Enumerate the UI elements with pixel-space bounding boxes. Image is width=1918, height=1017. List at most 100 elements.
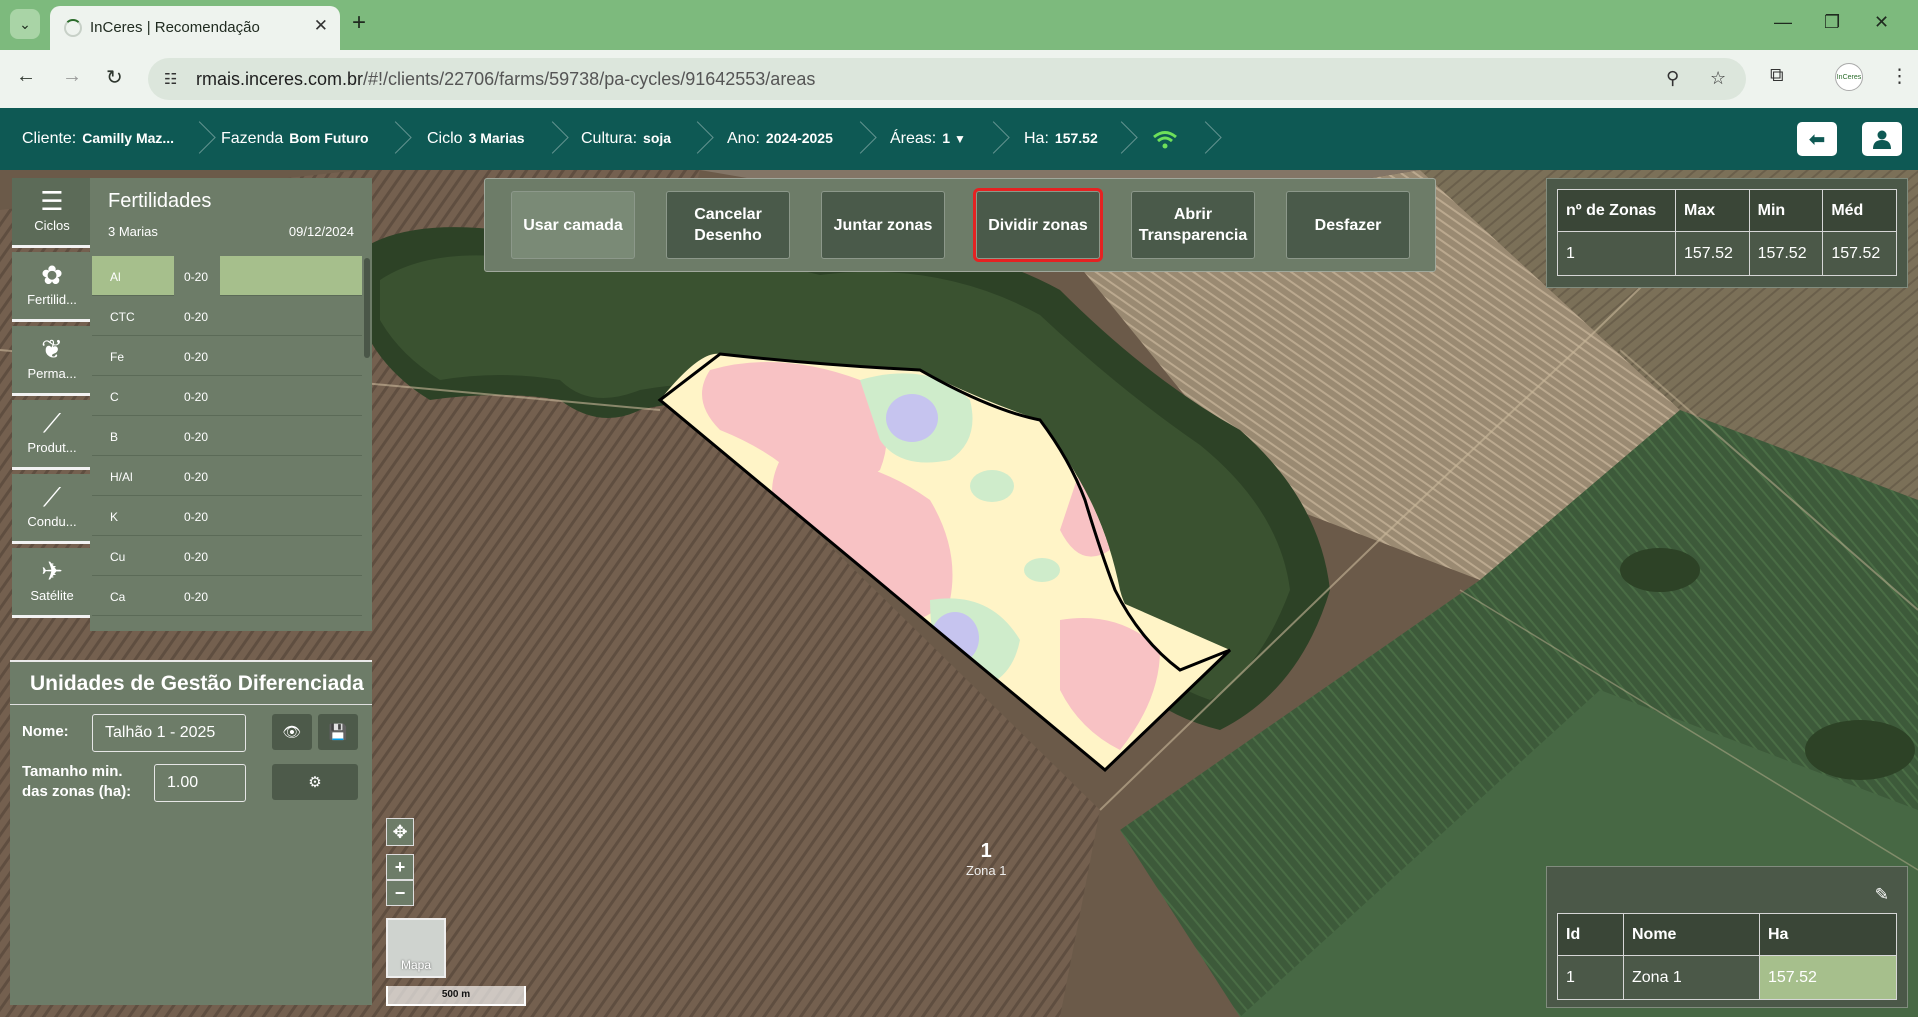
url-text: rmais.inceres.com.br/#!/clients/22706/fa… — [196, 69, 816, 89]
menu-kebab-icon[interactable]: ⋮ — [1890, 65, 1909, 88]
minimize-icon[interactable]: — — [1774, 12, 1792, 33]
table-row[interactable]: 1 Zona 1 157.52 — [1557, 955, 1897, 1000]
nome-label: Nome: — [22, 723, 69, 740]
forward-icon[interactable]: → — [62, 65, 82, 88]
chevron-down-icon: ▼ — [954, 132, 966, 146]
plus-icon: + — [394, 856, 406, 877]
nav-condutividade[interactable]: ⟋ Condu... — [12, 474, 92, 544]
gears-icon: ⚙ — [308, 774, 322, 791]
breadcrumb-ano[interactable]: Ano: 2024-2025 — [727, 130, 833, 148]
table-cell: 1 — [1557, 231, 1676, 276]
column-header: Ha — [1759, 913, 1897, 956]
cancelar-desenho-button[interactable]: Cancelar Desenho — [666, 191, 790, 259]
breadcrumb-ciclo[interactable]: Ciclo 3 Marias — [427, 130, 525, 148]
nome-input[interactable]: Talhão 1 - 2025 — [92, 714, 246, 752]
column-header: Min — [1748, 189, 1824, 232]
breadcrumb-cultura[interactable]: Cultura: soja — [581, 130, 671, 148]
move-arrows-icon: ✥ — [392, 821, 408, 842]
juntar-zonas-button[interactable]: Juntar zonas — [821, 191, 945, 259]
restore-icon[interactable]: ❐ — [1824, 12, 1840, 33]
browser-toolbar: ← → ↻ ☷ rmais.inceres.com.br/#!/clients/… — [0, 50, 1918, 108]
desfazer-button[interactable]: Desfazer — [1286, 191, 1410, 259]
breadcrumb-cliente[interactable]: Cliente: Camilly Maz... — [22, 130, 174, 148]
fertility-icon: ✿ — [41, 260, 63, 290]
list-item[interactable]: C 0-20 — [92, 376, 362, 416]
satellite-icon: ✈ — [41, 556, 63, 586]
table-row: 1 157.52 157.52 157.52 — [1557, 231, 1897, 276]
arrow-left-icon: ⬅ — [1808, 128, 1826, 151]
breadcrumb-areas[interactable]: Áreas: 1 ▼ — [890, 130, 966, 148]
table-cell: Zona 1 — [1623, 955, 1760, 1000]
close-window-icon[interactable]: ✕ — [1874, 12, 1889, 33]
table-cell: 157.52 — [1759, 955, 1897, 1000]
chart-icon: ⟋ — [42, 408, 62, 438]
usar-camada-button[interactable]: Usar camada — [511, 191, 635, 259]
list-item[interactable]: H/Al 0-20 — [92, 456, 362, 496]
tamanho-label: Tamanho min. das zonas (ha): — [22, 763, 132, 800]
zone-label: 1 Zona 1 — [966, 840, 1007, 878]
panel-title: Fertilidades — [108, 190, 212, 212]
dividir-zonas-button[interactable]: Dividir zonas — [973, 188, 1103, 262]
base-layer-toggle[interactable]: Mapa — [386, 918, 446, 978]
view-button[interactable]: 👁 — [272, 714, 312, 750]
chevron-down-icon: ⌄ — [19, 15, 31, 32]
nav-satelite[interactable]: ✈ Satélite — [12, 548, 92, 618]
scale-bar: 500 m — [386, 986, 526, 1006]
tab-search-button[interactable]: ⌄ — [10, 9, 40, 39]
user-button[interactable] — [1862, 122, 1902, 156]
breadcrumb-separator — [849, 118, 867, 158]
breadcrumb-separator — [188, 118, 206, 158]
breadcrumb-ha: Ha: 157.52 — [1024, 130, 1098, 147]
table-cell: 1 — [1557, 955, 1624, 1000]
pan-button[interactable]: ✥ — [386, 818, 414, 846]
sample-date: 09/12/2024 — [288, 224, 354, 239]
list-item[interactable]: B 0-20 — [92, 416, 362, 456]
list-item[interactable]: K 0-20 — [92, 496, 362, 536]
nav-fertilidades[interactable]: ✿ Fertilid... — [12, 252, 92, 322]
address-bar[interactable]: ☷ rmais.inceres.com.br/#!/clients/22706/… — [148, 58, 1746, 100]
back-icon[interactable]: ← — [16, 65, 36, 88]
profile-avatar[interactable]: InCeres — [1835, 63, 1863, 91]
breadcrumb-separator — [982, 118, 1000, 158]
list-item[interactable]: Ca 0-20 — [92, 576, 362, 616]
nav-ciclos[interactable]: ☰ Ciclos — [12, 178, 92, 248]
extensions-icon[interactable]: ⧉ — [1770, 65, 1784, 87]
browser-tab-bar: ⌄ InCeres | Recomendação ✕ + — ❐ ✕ — [0, 0, 1918, 50]
breadcrumb-fazenda[interactable]: Fazenda Bom Futuro — [221, 130, 369, 148]
minus-icon: − — [394, 882, 406, 903]
browser-tab[interactable]: InCeres | Recomendação ✕ — [50, 6, 340, 50]
table-cell: 157.52 — [1748, 231, 1824, 276]
column-header: nº de Zonas — [1557, 189, 1676, 232]
tamanho-input[interactable]: 1.00 — [154, 764, 246, 802]
list-item[interactable]: Fe 0-20 — [92, 336, 362, 376]
close-tab-icon[interactable]: ✕ — [314, 16, 328, 36]
zoom-out-button[interactable]: − — [386, 880, 414, 906]
back-arrow-button[interactable]: ⬅ — [1797, 122, 1837, 156]
new-tab-icon[interactable]: + — [352, 10, 366, 36]
save-button[interactable]: 💾 — [318, 714, 358, 750]
abrir-transparencia-button[interactable]: Abrir Transparencia — [1131, 191, 1255, 259]
app-header: Cliente: Camilly Maz... Fazenda Bom Futuro… — [0, 108, 1918, 170]
plants-icon: ❦ — [41, 334, 63, 364]
zoom-in-button[interactable]: + — [386, 854, 414, 880]
column-header: Max — [1675, 189, 1750, 232]
reload-icon[interactable]: ↻ — [106, 65, 123, 90]
column-header: Id — [1557, 913, 1624, 956]
zone-tools-bar: Usar camada Cancelar Desenho Juntar zonas… — [484, 178, 1436, 272]
eye-icon: 👁 — [282, 724, 302, 741]
list-item[interactable]: Cu 0-20 — [92, 536, 362, 576]
site-info-icon[interactable]: ☷ — [164, 70, 177, 88]
bookmark-star-icon[interactable]: ☆ — [1710, 68, 1726, 89]
list-item[interactable]: Al 0-20 — [92, 256, 362, 296]
edit-pencil-icon[interactable]: ✎ — [1875, 885, 1889, 905]
breadcrumb-separator — [384, 118, 402, 158]
scrollbar[interactable] — [364, 258, 370, 358]
list-icon: ☰ — [40, 186, 64, 216]
fertility-list: Al 0-20 CTC 0-20 Fe 0-20 C 0-20 B 0-20 H/Al 0-… — [92, 256, 362, 626]
nav-produtividade[interactable]: ⟋ Produt... — [12, 400, 92, 470]
list-item[interactable]: CTC 0-20 — [92, 296, 362, 336]
settings-button[interactable]: ⚙ — [272, 764, 358, 800]
breadcrumb-separator — [1110, 118, 1128, 158]
nav-permanentes[interactable]: ❦ Perma... — [12, 326, 92, 396]
zoom-icon[interactable]: ⚲ — [1666, 68, 1679, 89]
